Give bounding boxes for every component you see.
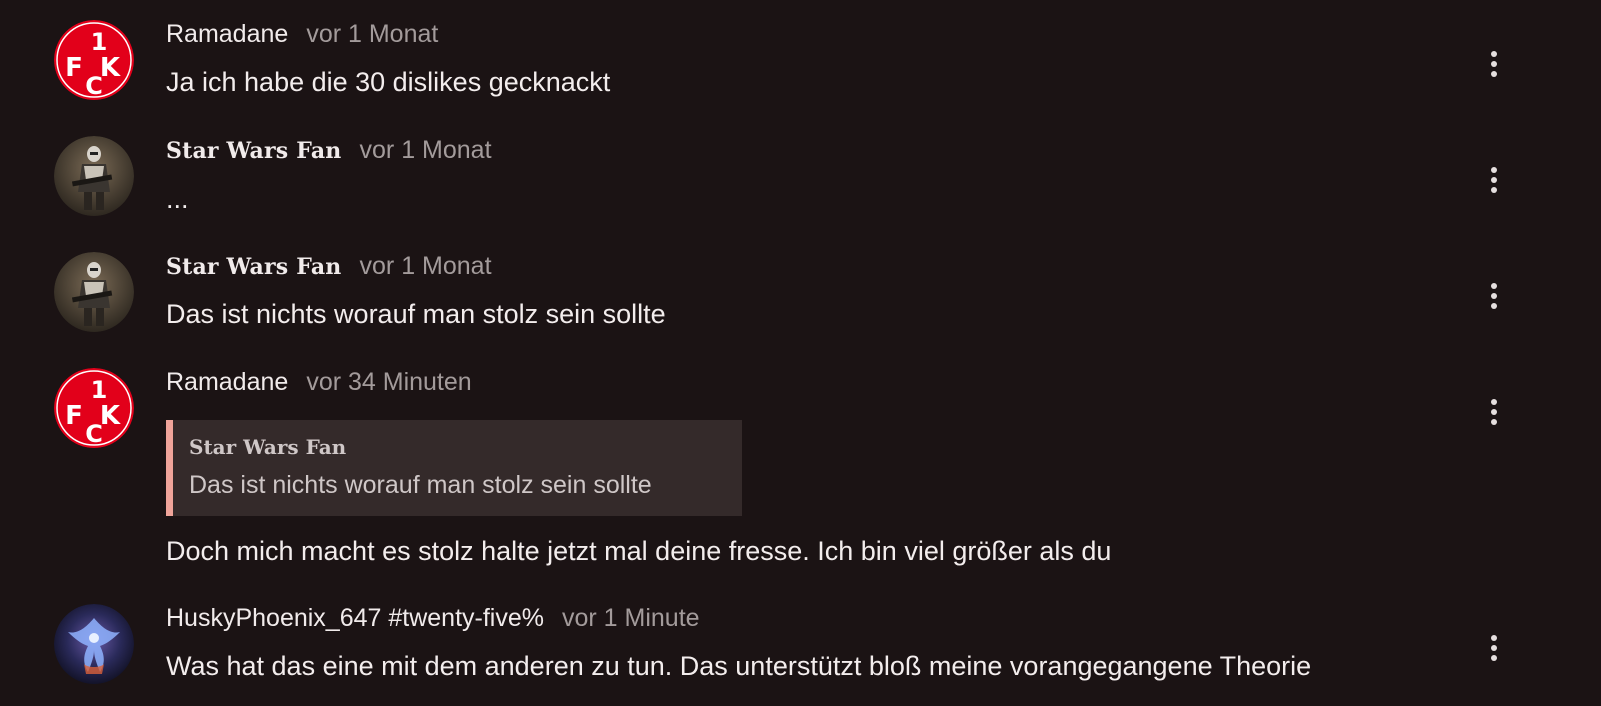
more-options-icon[interactable] xyxy=(1484,633,1504,663)
comment-text: Das ist nichts worauf man stolz sein sol… xyxy=(166,299,666,329)
svg-text:F: F xyxy=(65,401,83,431)
comment-meta: Star Wars Fan vor 1 Monat xyxy=(166,252,492,281)
more-options-icon[interactable] xyxy=(1484,165,1504,195)
quoted-author: Star Wars Fan xyxy=(189,435,347,459)
comment-timestamp: vor 1 Monat xyxy=(359,136,492,164)
comment-author[interactable]: Ramadane xyxy=(166,20,288,49)
comment-timestamp: vor 34 Minuten xyxy=(306,368,472,396)
comment-text: Was hat das eine mit dem anderen zu tun.… xyxy=(166,651,1312,681)
svg-text:C: C xyxy=(85,420,103,448)
comment-meta: Star Wars Fan vor 1 Monat xyxy=(166,136,492,165)
phoenix-avatar[interactable] xyxy=(54,604,134,684)
svg-text:1: 1 xyxy=(91,376,108,404)
more-options-icon[interactable] xyxy=(1484,397,1504,427)
comment-author[interactable]: HuskyPhoenix_647 #twenty-five% xyxy=(166,604,544,633)
comment-meta: Ramadane vor 1 Monat xyxy=(166,20,438,49)
comment-text: ... xyxy=(166,184,189,214)
svg-text:1: 1 xyxy=(91,28,108,56)
comment-timestamp: vor 1 Minute xyxy=(561,604,700,632)
fck-logo-avatar[interactable]: 1 F K C xyxy=(54,20,134,100)
comment-text: Ja ich habe die 30 dislikes gecknackt xyxy=(166,67,611,97)
more-options-icon[interactable] xyxy=(1484,281,1504,311)
quoted-reply[interactable]: Star Wars Fan Das ist nichts worauf man … xyxy=(166,420,742,516)
comment-meta: HuskyPhoenix_647 #twenty-five% vor 1 Min… xyxy=(166,604,700,633)
more-options-icon[interactable] xyxy=(1484,49,1504,79)
comment-author[interactable]: Star Wars Fan xyxy=(166,138,342,164)
svg-text:F: F xyxy=(65,53,83,83)
svg-text:C: C xyxy=(85,72,103,100)
svg-text:K: K xyxy=(100,53,121,83)
comment-meta: Ramadane vor 34 Minuten xyxy=(166,368,472,397)
comment-timestamp: vor 1 Monat xyxy=(306,20,439,48)
quoted-text: Das ist nichts worauf man stolz sein sol… xyxy=(189,471,652,499)
clone-trooper-avatar[interactable] xyxy=(54,252,134,332)
comment-author[interactable]: Star Wars Fan xyxy=(166,254,342,280)
comment-author[interactable]: Ramadane xyxy=(166,368,288,397)
clone-trooper-avatar[interactable] xyxy=(54,136,134,216)
svg-text:K: K xyxy=(100,401,121,431)
fck-logo-avatar[interactable]: 1 F K C xyxy=(54,368,134,448)
comment-timestamp: vor 1 Monat xyxy=(359,252,492,280)
comment-text: Doch mich macht es stolz halte jetzt mal… xyxy=(166,536,1112,566)
